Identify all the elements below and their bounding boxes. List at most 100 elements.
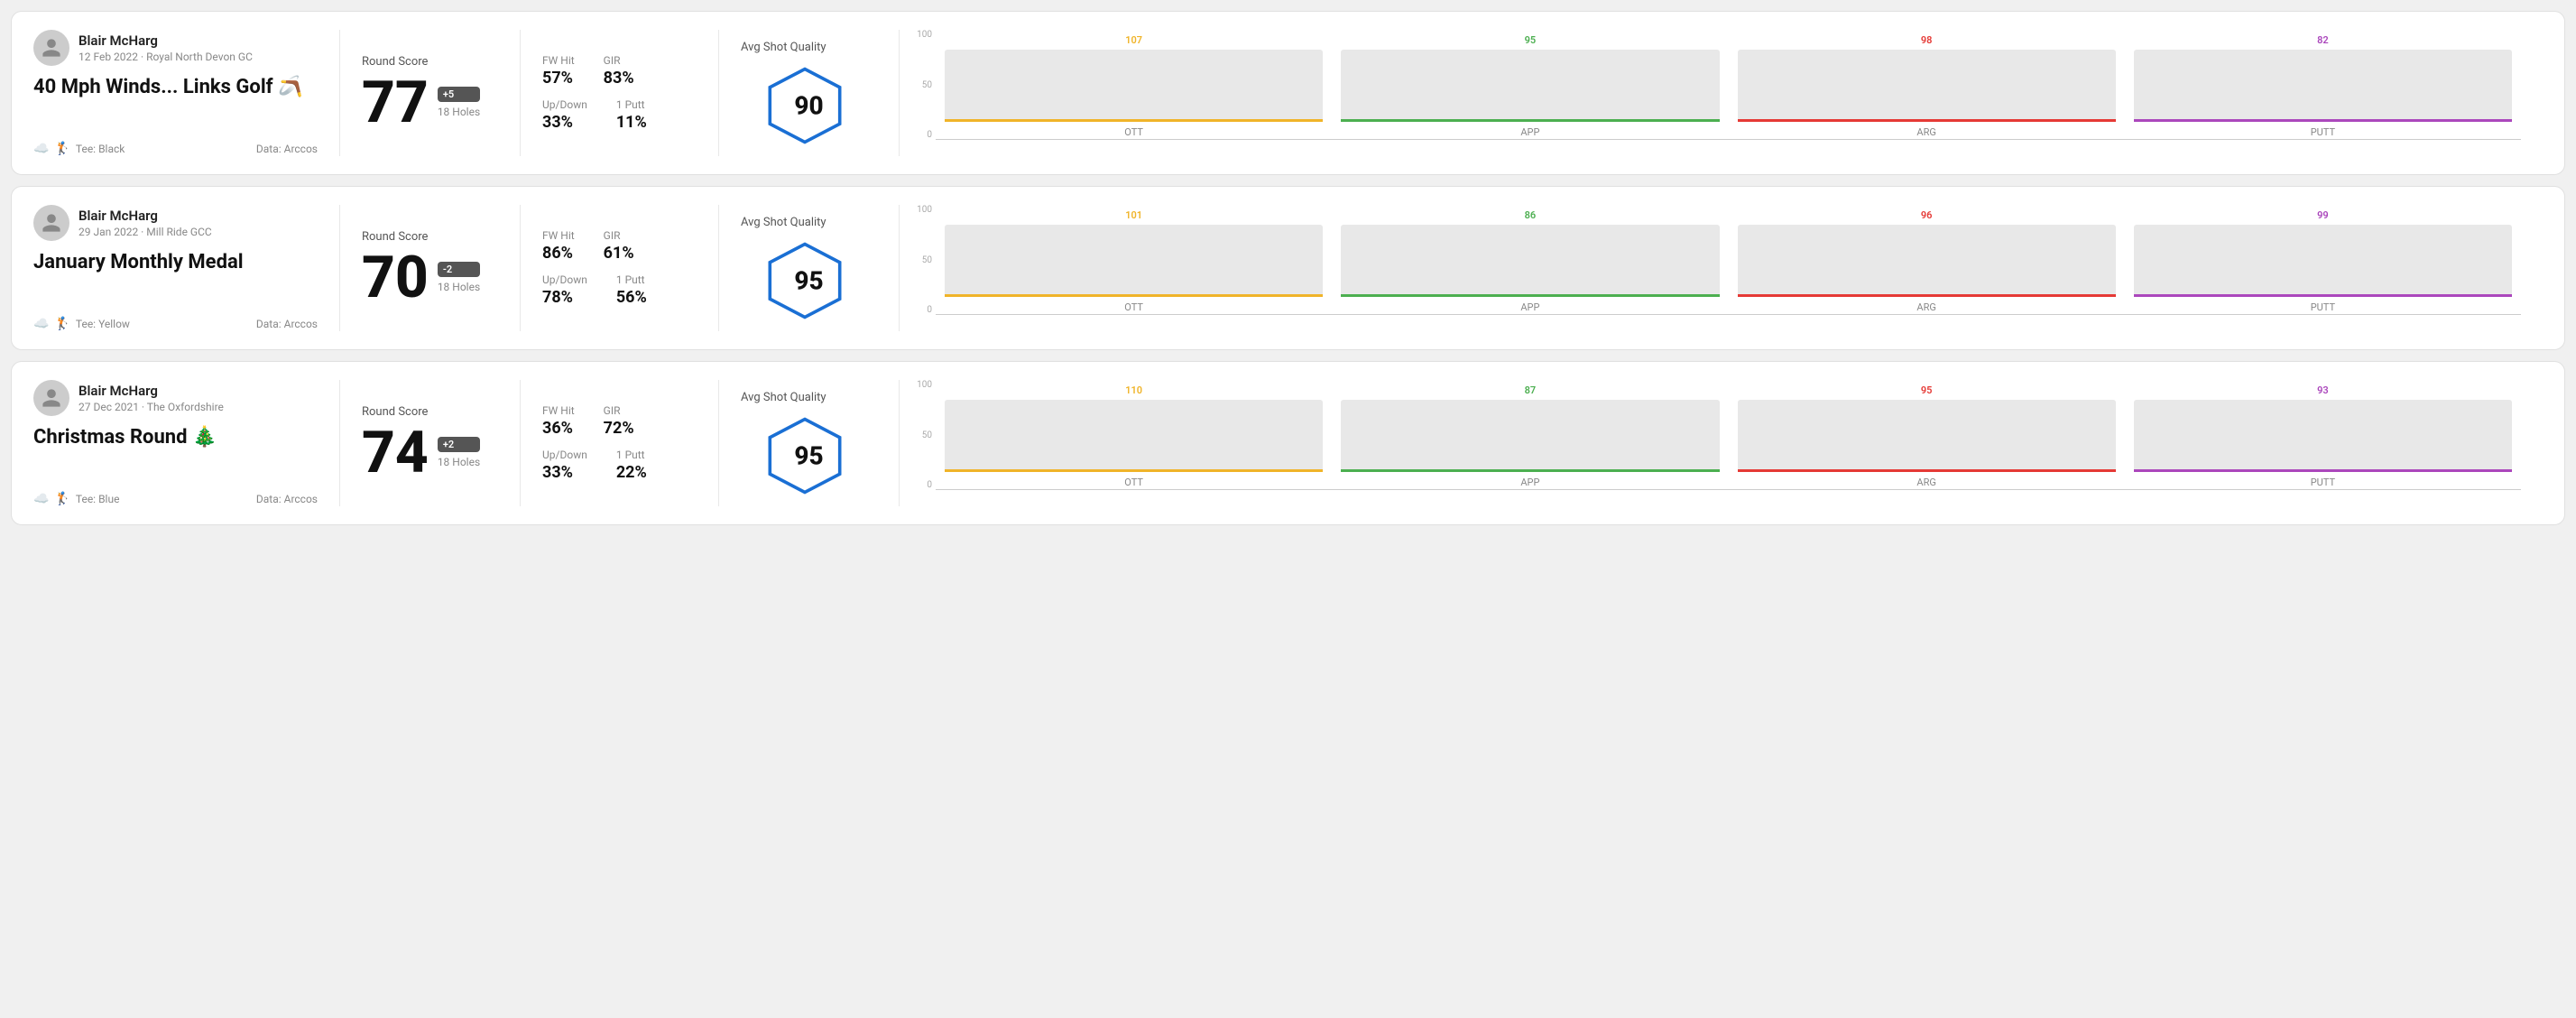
bag-icon: 🏌️ xyxy=(54,492,69,506)
bar-colored-line xyxy=(945,469,1323,472)
y-min: 0 xyxy=(927,305,932,315)
bar-group-putt: 93 PUTT xyxy=(2134,384,2512,488)
bar-colored-line xyxy=(1738,469,2116,472)
bar-x-label: PUTT xyxy=(2311,301,2335,313)
y-axis: 100 50 0 xyxy=(910,380,936,490)
tee-label: Tee: Blue xyxy=(76,493,120,505)
card-left: Blair McHarg 27 Dec 2021 · The Oxfordshi… xyxy=(33,380,340,506)
avatar xyxy=(33,30,69,66)
updown-value: 78% xyxy=(542,288,587,307)
bar-top-value: 95 xyxy=(1921,384,1933,396)
chart-area: 100 50 0 107 OTT xyxy=(910,30,2521,156)
oneputt-value: 22% xyxy=(616,463,647,482)
tee-label: Tee: Yellow xyxy=(76,318,130,330)
y-axis: 100 50 0 xyxy=(910,30,936,140)
bars-container: 107 OTT 95 APP xyxy=(936,39,2521,138)
score-row: 70 -2 18 Holes xyxy=(362,249,498,307)
quality-label: Avg Shot Quality xyxy=(741,216,826,229)
score-row: 74 +2 18 Holes xyxy=(362,424,498,482)
bar-bg xyxy=(945,225,1323,297)
card-stats: FW Hit 57% GIR 83% Up/Down 33% 1 Putt 11… xyxy=(521,30,719,156)
card-score: Round Score 77 +5 18 Holes xyxy=(340,30,521,156)
bar-top-value: 95 xyxy=(1525,34,1537,46)
score-badge: -2 xyxy=(438,262,480,277)
bars-container: 110 OTT 87 APP xyxy=(936,389,2521,488)
bar-top-value: 98 xyxy=(1921,34,1933,46)
bar-colored-line xyxy=(2134,119,2512,122)
round-card-card-1: Blair McHarg 12 Feb 2022 · Royal North D… xyxy=(11,11,2565,175)
fw-hit-label: FW Hit xyxy=(542,229,575,242)
fw-hit-label: FW Hit xyxy=(542,54,575,67)
fw-hit-label: FW Hit xyxy=(542,404,575,417)
avatar xyxy=(33,205,69,241)
card-left: Blair McHarg 12 Feb 2022 · Royal North D… xyxy=(33,30,340,156)
bar-x-label: ARG xyxy=(1916,126,1935,138)
bar-group-ott: 101 OTT xyxy=(945,209,1323,313)
card-score: Round Score 70 -2 18 Holes xyxy=(340,205,521,331)
card-footer: ☁️ 🏌️ Tee: Yellow Data: Arccos xyxy=(33,317,318,331)
card-left: Blair McHarg 29 Jan 2022 · Mill Ride GCC… xyxy=(33,205,340,331)
user-text: Blair McHarg 29 Jan 2022 · Mill Ride GCC xyxy=(78,208,212,238)
bar-x-label: ARG xyxy=(1916,477,1935,488)
bar-group-app: 95 APP xyxy=(1341,34,1719,138)
user-info: Blair McHarg 27 Dec 2021 · The Oxfordshi… xyxy=(33,380,318,416)
oneputt-value: 11% xyxy=(616,113,647,132)
quality-label: Avg Shot Quality xyxy=(741,391,826,404)
data-source: Data: Arccos xyxy=(256,493,318,505)
weather-icon: ☁️ xyxy=(33,492,49,506)
stat-oneputt: 1 Putt 22% xyxy=(616,449,647,482)
bar-top-value: 99 xyxy=(2317,209,2329,221)
bar-x-label: ARG xyxy=(1916,301,1935,313)
card-quality: Avg Shot Quality 95 xyxy=(719,380,900,506)
bar-x-label: APP xyxy=(1520,477,1539,488)
score-badge: +2 xyxy=(438,437,480,452)
score-number: 70 xyxy=(362,249,429,307)
score-badge-area: -2 18 Holes xyxy=(438,262,480,293)
stat-gir: GIR 72% xyxy=(604,404,634,438)
bar-top-value: 87 xyxy=(1525,384,1537,396)
round-title: 40 Mph Winds... Links Golf 🪃 xyxy=(33,75,318,101)
stat-updown: Up/Down 33% xyxy=(542,98,587,132)
y-mid: 50 xyxy=(922,430,932,440)
score-badge: +5 xyxy=(438,87,480,102)
user-info: Blair McHarg 12 Feb 2022 · Royal North D… xyxy=(33,30,318,66)
chart-area: 100 50 0 101 OTT xyxy=(910,205,2521,331)
hexagon-wrapper: 95 xyxy=(764,415,854,496)
bar-group-arg: 95 ARG xyxy=(1738,384,2116,488)
bag-icon: 🏌️ xyxy=(54,317,69,331)
stat-gir: GIR 61% xyxy=(604,229,634,263)
round-card-card-2: Blair McHarg 29 Jan 2022 · Mill Ride GCC… xyxy=(11,186,2565,350)
stats-row-bottom: Up/Down 33% 1 Putt 11% xyxy=(542,98,697,132)
weather-icon: ☁️ xyxy=(33,142,49,156)
x-baseline xyxy=(936,139,2521,140)
bar-group-app: 86 APP xyxy=(1341,209,1719,313)
quality-label: Avg Shot Quality xyxy=(741,41,826,54)
x-baseline xyxy=(936,314,2521,315)
stat-fw-hit: FW Hit 36% xyxy=(542,404,575,438)
user-text: Blair McHarg 27 Dec 2021 · The Oxfordshi… xyxy=(78,383,224,413)
hexagon-wrapper: 95 xyxy=(764,240,854,321)
gir-label: GIR xyxy=(604,229,634,242)
updown-label: Up/Down xyxy=(542,98,587,111)
bar-bg xyxy=(945,400,1323,472)
quality-number: 95 xyxy=(794,265,823,295)
updown-label: Up/Down xyxy=(542,449,587,461)
score-label: Round Score xyxy=(362,405,498,419)
y-min: 0 xyxy=(927,480,932,490)
user-date-club: 29 Jan 2022 · Mill Ride GCC xyxy=(78,226,212,238)
hexagon-wrapper: 90 xyxy=(764,65,854,146)
quality-number: 95 xyxy=(794,440,823,470)
user-info: Blair McHarg 29 Jan 2022 · Mill Ride GCC xyxy=(33,205,318,241)
bar-x-label: PUTT xyxy=(2311,477,2335,488)
updown-value: 33% xyxy=(542,113,587,132)
card-chart: 100 50 0 101 OTT xyxy=(900,205,2543,331)
oneputt-value: 56% xyxy=(616,288,647,307)
y-mid: 50 xyxy=(922,80,932,90)
score-label: Round Score xyxy=(362,55,498,69)
card-score: Round Score 74 +2 18 Holes xyxy=(340,380,521,506)
stat-fw-hit: FW Hit 57% xyxy=(542,54,575,88)
bar-top-value: 96 xyxy=(1921,209,1933,221)
bar-bg xyxy=(1341,400,1719,472)
bar-x-label: APP xyxy=(1520,301,1539,313)
y-max: 100 xyxy=(917,205,932,215)
